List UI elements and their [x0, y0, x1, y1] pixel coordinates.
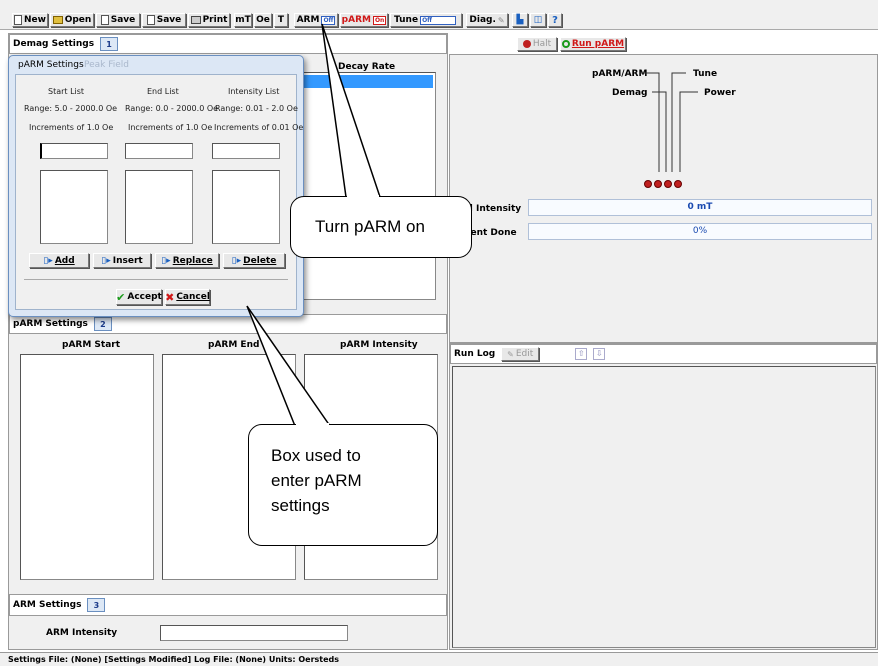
callout-1-pointer-gap [347, 195, 379, 199]
callout-pointers [246, 23, 382, 427]
callout-2-pointer-gap [296, 423, 329, 427]
turn-parm-on-callout: Turn pARM on [290, 196, 472, 258]
parm-box-callout: Box used to enter pARM settings [248, 424, 438, 546]
